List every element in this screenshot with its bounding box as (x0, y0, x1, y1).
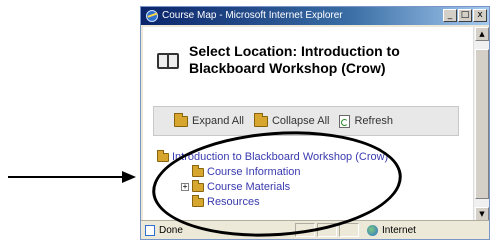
globe-icon (367, 224, 378, 236)
page-heading: Select Location: Introduction to Blackbo… (157, 43, 439, 77)
refresh-icon (339, 114, 351, 128)
zone-label: Internet (382, 224, 416, 236)
folder-icon (192, 179, 204, 192)
tree-item-label[interactable]: Course Information (207, 166, 301, 178)
tree-root-label[interactable]: Introduction to Blackboard Workshop (Cro… (172, 151, 388, 163)
tree-item-resources[interactable]: Resources (181, 194, 260, 208)
book-icon (157, 53, 179, 69)
refresh-label: Refresh (354, 115, 393, 127)
expand-toggle[interactable]: + (181, 183, 189, 191)
folder-icon (192, 194, 204, 207)
tree-root[interactable]: Introduction to Blackboard Workshop (Cro… (157, 149, 388, 163)
course-map-toolbar: Expand All Collapse All Refresh (153, 106, 459, 136)
internet-explorer-icon (146, 10, 158, 22)
scroll-down-button[interactable]: ▼ (475, 207, 489, 221)
status-bar: Done Internet (141, 220, 489, 239)
expand-all-button[interactable]: Expand All (174, 112, 244, 127)
status-cell (295, 223, 315, 237)
folder-icon (192, 164, 204, 177)
collapse-all-button[interactable]: Collapse All (253, 112, 330, 127)
page-icon (145, 224, 155, 236)
status-cell (339, 223, 359, 237)
status-text: Done (159, 224, 183, 236)
course-map-content: Select Location: Introduction to Blackbo… (143, 27, 473, 221)
page-title: Select Location: Introduction to Blackbo… (189, 43, 400, 76)
tree-item-label[interactable]: Course Materials (207, 181, 290, 193)
scroll-thumb[interactable] (475, 49, 489, 199)
status-left: Done (141, 224, 295, 236)
annotation-arrow (8, 176, 126, 178)
folder-icon (157, 149, 169, 162)
expand-all-label: Expand All (192, 115, 244, 127)
collapse-all-label: Collapse All (271, 115, 330, 127)
tree-item-course-information[interactable]: Course Information (181, 164, 301, 178)
title-bar[interactable]: Course Map - Microsoft Internet Explorer… (141, 7, 489, 25)
maximize-button[interactable]: □ (458, 9, 472, 22)
vertical-scrollbar[interactable]: ▲ ▼ (473, 27, 489, 221)
refresh-button[interactable]: Refresh (339, 114, 393, 128)
annotation-arrow-head (122, 171, 136, 183)
status-zone: Internet (361, 224, 416, 236)
minimize-button[interactable]: _ (443, 9, 457, 22)
folder-icon (174, 112, 188, 127)
status-cell (317, 223, 337, 237)
scroll-up-button[interactable]: ▲ (475, 27, 489, 41)
window-title: Course Map - Microsoft Internet Explorer (162, 10, 343, 21)
course-map-window: Course Map - Microsoft Internet Explorer… (140, 6, 490, 240)
close-button[interactable]: x (473, 9, 487, 22)
window-controls: _ □ x (443, 9, 487, 22)
tree-item-course-materials[interactable]: + Course Materials (181, 179, 290, 193)
folder-icon (253, 112, 268, 127)
tree-item-label[interactable]: Resources (207, 196, 260, 208)
